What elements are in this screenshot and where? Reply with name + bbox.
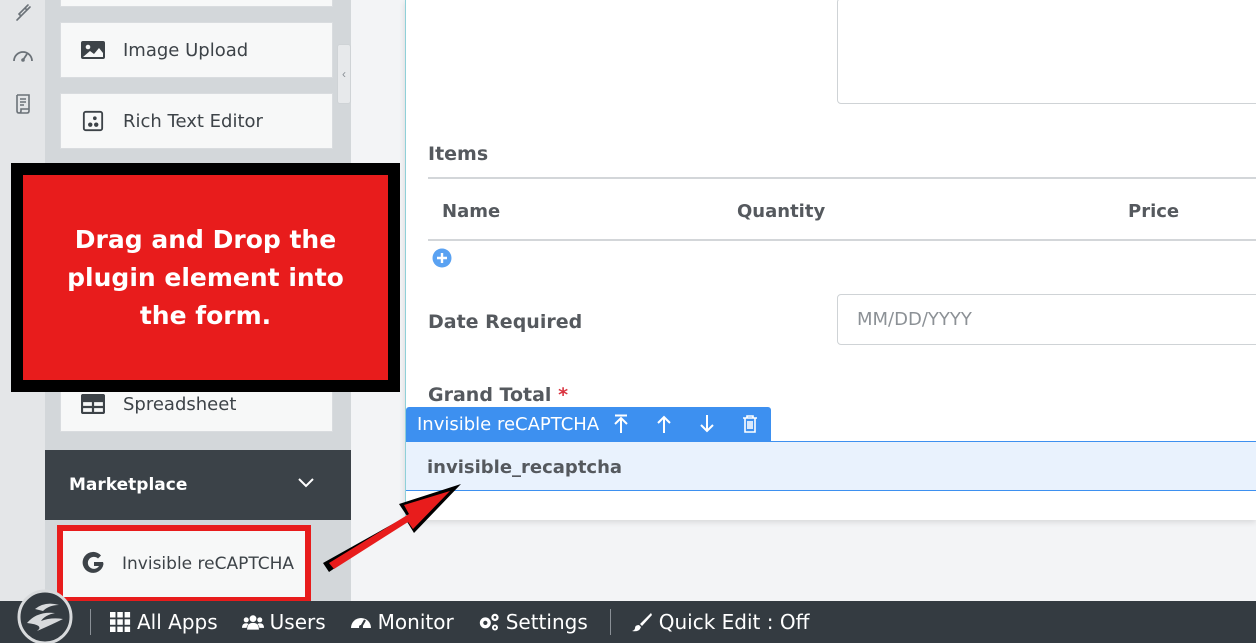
settings-link[interactable]: Settings: [478, 610, 588, 634]
move-top-icon: [614, 414, 628, 433]
column-header-name: Name: [442, 201, 501, 222]
google-g-icon: [81, 551, 107, 577]
move-up-button[interactable]: [643, 407, 686, 441]
items-label: Items: [428, 143, 489, 165]
delete-icon: [742, 415, 757, 433]
tile-label: Image Upload: [123, 39, 249, 61]
element-toolbar: Invisible reCAPTCHA: [406, 407, 771, 441]
users-icon: [241, 612, 264, 632]
all-apps-link[interactable]: All Apps: [109, 610, 218, 634]
date-required-input[interactable]: MM/DD/YYYY: [837, 294, 1256, 345]
callout-body: Drag and Drop the plugin element into th…: [23, 175, 388, 380]
marketplace-section-header[interactable]: Marketplace: [45, 450, 351, 520]
bottom-bar: All Apps Users Monitor Settings Quick Ed…: [0, 601, 1256, 643]
move-down-icon: [700, 415, 714, 433]
panel-collapse-handle[interactable]: ‹: [337, 44, 351, 104]
date-required-label: Date Required: [428, 311, 583, 333]
quick-edit-toggle[interactable]: Quick Edit : Off: [631, 610, 810, 634]
divider: [428, 177, 1256, 179]
element-tile[interactable]: [60, 0, 333, 7]
table-icon: [80, 393, 106, 415]
move-up-icon: [657, 415, 671, 433]
column-header-quantity: Quantity: [737, 201, 826, 222]
callout-text: Drag and Drop the plugin element into th…: [67, 224, 344, 330]
script-icon[interactable]: [11, 92, 35, 116]
tile-label: Invisible reCAPTCHA: [122, 554, 295, 574]
divider: [428, 239, 1256, 241]
gauge-icon: [350, 612, 372, 632]
tile-label: Spreadsheet: [123, 393, 237, 415]
marketplace-label: Marketplace: [69, 475, 188, 495]
move-top-button[interactable]: [600, 407, 643, 441]
settings-label: Settings: [505, 610, 588, 634]
selected-element[interactable]: invisible_recaptcha: [406, 441, 1256, 491]
grand-total-label: Grand Total *: [428, 384, 568, 406]
required-mark: *: [558, 384, 568, 406]
app-logo[interactable]: [15, 587, 75, 643]
add-row-icon[interactable]: [432, 248, 452, 268]
textarea-field[interactable]: [837, 0, 1256, 104]
drag-arrow-icon: [323, 484, 461, 572]
monitor-label: Monitor: [377, 610, 454, 634]
quick-edit-label: Quick Edit : Off: [658, 610, 810, 634]
element-tile-image-upload[interactable]: Image Upload: [60, 22, 333, 78]
chevron-down-icon: [297, 476, 315, 494]
grid-icon: [109, 612, 131, 632]
element-tile-invisible-recaptcha[interactable]: Invisible reCAPTCHA: [57, 525, 311, 603]
delete-button[interactable]: [728, 407, 771, 441]
date-placeholder: MM/DD/YYYY: [857, 309, 972, 330]
tile-label: Rich Text Editor: [123, 110, 263, 132]
all-apps-label: All Apps: [137, 610, 218, 634]
column-header-price: Price: [1128, 201, 1180, 222]
divider: [90, 609, 91, 635]
plug-icon[interactable]: [11, 0, 35, 24]
divider: [609, 609, 611, 635]
brush-icon: [631, 612, 653, 632]
monitor-link[interactable]: Monitor: [350, 610, 454, 634]
element-name: invisible_recaptcha: [427, 457, 623, 478]
chevron-left-icon: ‹: [342, 67, 346, 81]
element-toolbar-title: Invisible reCAPTCHA: [417, 413, 600, 435]
image-icon: [80, 39, 106, 61]
users-link[interactable]: Users: [241, 610, 326, 634]
gauge-icon[interactable]: [11, 45, 35, 69]
element-tile-rich-text-editor[interactable]: Rich Text Editor: [60, 93, 333, 149]
instruction-callout: Drag and Drop the plugin element into th…: [11, 163, 400, 392]
gears-icon: [478, 612, 500, 632]
grand-total-text: Grand Total: [428, 384, 552, 406]
move-down-button[interactable]: [685, 407, 728, 441]
rich-text-icon: [80, 110, 106, 132]
users-label: Users: [269, 610, 326, 634]
